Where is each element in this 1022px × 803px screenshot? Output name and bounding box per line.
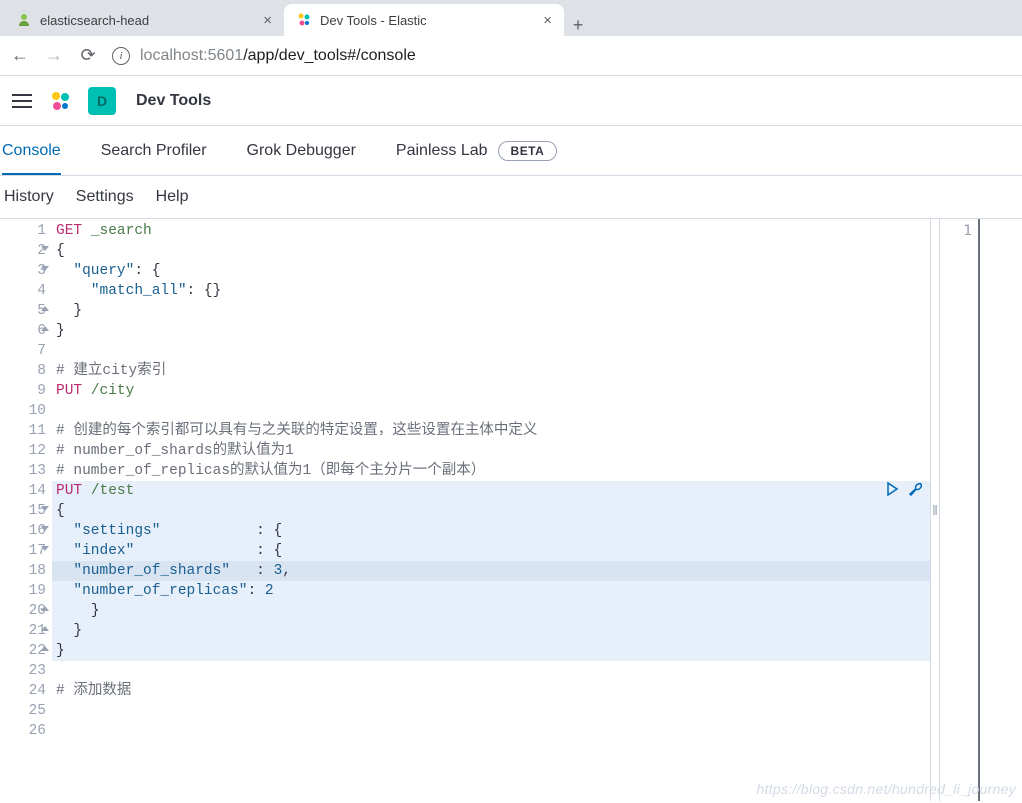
console-toolbar: History Settings Help — [0, 176, 1022, 218]
pane-splitter[interactable]: ‖ — [930, 219, 940, 801]
kibana-header: D Dev Tools — [0, 76, 1022, 126]
new-tab-button[interactable]: + — [564, 15, 592, 36]
favicon-eshead — [16, 12, 32, 28]
line-gutter: 1234567891011121314151617181920212223242… — [0, 219, 52, 801]
address-bar[interactable]: i localhost:5601/app/dev_tools#/console — [112, 47, 416, 65]
response-code[interactable] — [980, 219, 1022, 801]
code-area[interactable]: GET _search{ "query": { "match_all": {} … — [52, 219, 930, 801]
help-button[interactable]: Help — [156, 188, 189, 206]
favicon-elastic — [296, 12, 312, 28]
play-icon[interactable] — [884, 481, 900, 504]
tab-grok-debugger[interactable]: Grok Debugger — [247, 128, 356, 174]
close-icon[interactable]: × — [263, 12, 272, 29]
tab-search-profiler[interactable]: Search Profiler — [101, 128, 207, 174]
browser-toolbar: ← → ⟳ i localhost:5601/app/dev_tools#/co… — [0, 36, 1022, 76]
settings-button[interactable]: Settings — [76, 188, 134, 206]
tab-console[interactable]: Console — [2, 128, 61, 174]
tab-painless-lab[interactable]: Painless Lab BETA — [396, 127, 557, 175]
watermark: https://blog.csdn.net/hundred_li_journey — [757, 781, 1016, 797]
back-button[interactable]: ← — [10, 45, 30, 66]
console-editor: 1234567891011121314151617181920212223242… — [0, 218, 1022, 801]
menu-icon[interactable] — [12, 94, 32, 108]
forward-button[interactable]: → — [44, 45, 64, 66]
request-actions — [884, 481, 924, 504]
app-title: Dev Tools — [136, 92, 211, 110]
history-button[interactable]: History — [4, 188, 54, 206]
tab-title: Dev Tools - Elastic — [320, 13, 535, 28]
request-pane[interactable]: 1234567891011121314151617181920212223242… — [0, 219, 930, 801]
devtools-tabs: Console Search Profiler Grok Debugger Pa… — [0, 126, 1022, 176]
beta-badge: BETA — [498, 141, 558, 161]
reload-button[interactable]: ⟳ — [78, 45, 98, 66]
response-pane: 1 — [940, 219, 1022, 801]
tab-title: elasticsearch-head — [40, 13, 255, 28]
browser-tab[interactable]: elasticsearch-head × — [4, 4, 284, 36]
close-icon[interactable]: × — [543, 12, 552, 29]
site-info-icon[interactable]: i — [112, 47, 130, 65]
wrench-icon[interactable] — [908, 481, 924, 504]
space-avatar[interactable]: D — [88, 87, 116, 115]
url: localhost:5601/app/dev_tools#/console — [140, 47, 416, 65]
elastic-logo-icon[interactable] — [48, 89, 72, 113]
response-gutter: 1 — [940, 219, 980, 801]
browser-tabstrip: elasticsearch-head × Dev Tools - Elastic… — [0, 0, 1022, 36]
browser-tab[interactable]: Dev Tools - Elastic × — [284, 4, 564, 36]
